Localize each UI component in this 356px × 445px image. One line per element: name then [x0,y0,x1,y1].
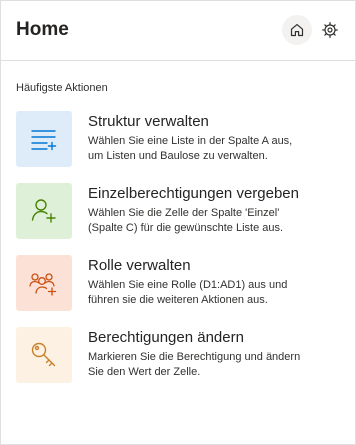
home-button[interactable] [282,15,312,45]
action-description-line: (Spalte C) für die gewünschte Liste aus. [88,222,284,234]
action-title: Einzelberechtigungen vergeben [88,185,299,202]
person-add-icon [31,199,56,223]
action-tile [16,327,72,383]
header: Home [1,1,355,61]
action-title: Rolle verwalten [88,257,191,274]
action-description-line: Wählen Sie eine Rolle (D1:AD1) aus und [88,279,288,291]
action-description-line: Wählen Sie die Zelle der Spalte 'Einzel' [88,207,280,219]
action-description-line: Sie den Wert der Zelle. [88,366,201,378]
page-title: Home [16,19,69,40]
key-icon [31,342,56,367]
action-title: Berechtigungen ändern [88,329,244,346]
action-description: Wählen Sie eine Rolle (D1:AD1) aus und f… [88,278,338,308]
home-icon [290,24,304,37]
action-description-line: Markieren Sie die Berechtigung und änder… [88,351,301,363]
list-add-icon [31,130,57,151]
action-description-line: um Listen und Baulose zu verwalten. [88,150,268,162]
action-description-line: führen sie die weiteren Aktionen aus. [88,294,268,306]
action-berechtigungen-aendern[interactable]: Berechtigungen ändern Markieren Sie die … [16,327,346,385]
action-tile [16,111,72,167]
action-description: Wählen Sie die Zelle der Spalte 'Einzel'… [88,206,338,236]
action-rolle-verwalten[interactable]: Rolle verwalten Wählen Sie eine Rolle (D… [16,255,346,313]
settings-button[interactable] [317,15,343,45]
task-pane: Home Häufigste Aktionen Struktur verwalt… [0,0,356,445]
people-add-icon [29,273,57,296]
action-struktur-verwalten[interactable]: Struktur verwalten Wählen Sie eine Liste… [16,111,346,169]
action-tile [16,255,72,311]
action-title: Struktur verwalten [88,113,209,130]
action-description: Markieren Sie die Berechtigung und änder… [88,350,338,380]
action-tile [16,183,72,239]
action-einzelberechtigungen-vergeben[interactable]: Einzelberechtigungen vergeben Wählen Sie… [16,183,346,241]
section-label: Häufigste Aktionen [16,82,108,94]
action-description: Wählen Sie eine Liste in der Spalte A au… [88,134,338,164]
gear-icon [322,22,338,38]
action-description-line: Wählen Sie eine Liste in der Spalte A au… [88,135,293,147]
